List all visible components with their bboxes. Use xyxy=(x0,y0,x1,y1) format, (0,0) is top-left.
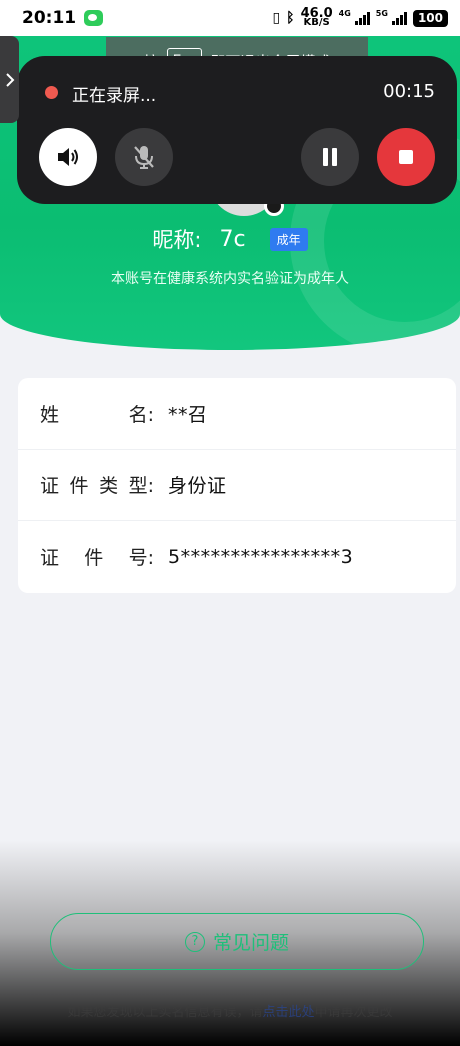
status-time: 20:11 xyxy=(22,8,77,28)
status-bar: 20:11 ▯ ᛒ 46.0 KB/S 4G 5G 100 xyxy=(0,0,460,36)
nickname-value: 7c xyxy=(219,226,246,252)
signal-type-2: 5G xyxy=(375,9,388,18)
identity-info-card: 姓名: **召 证件类型: 身份证 证件号: 5****************… xyxy=(18,378,456,593)
adult-badge: 成年 xyxy=(269,227,308,251)
nickname-row: 昵称: 7c 成年 xyxy=(0,224,460,254)
info-row-name: 姓名: **召 xyxy=(18,378,456,450)
speaker-icon xyxy=(58,148,78,166)
info-value-id-number: 5****************3 xyxy=(168,545,354,568)
net-speed: 46.0 KB/S xyxy=(300,6,333,28)
chevron-right-icon xyxy=(5,72,14,87)
info-label: 证件号: xyxy=(40,547,154,570)
pause-icon xyxy=(323,148,337,166)
signal-icon-1 xyxy=(354,11,370,25)
stop-icon xyxy=(399,150,413,164)
info-row-id-number: 证件号: 5****************3 xyxy=(18,521,456,593)
status-icons: ▯ ᛒ 46.0 KB/S 4G 5G 100 xyxy=(272,6,448,28)
faq-button[interactable]: ? 常见问题 xyxy=(50,913,424,970)
verify-note: 本账号在健康系统内实名验证为成年人 xyxy=(111,271,349,287)
recording-dot-icon xyxy=(45,86,58,99)
recording-status: 正在录屏... xyxy=(72,86,157,106)
info-value-name: **召 xyxy=(168,403,208,426)
signal-icon-2 xyxy=(391,11,407,25)
footer-note: 如果您发现以上实名信息有误，请点击此处申请再次更改 xyxy=(67,1005,393,1020)
bluetooth-icon: ᛒ xyxy=(286,10,295,26)
edit-request-link[interactable]: 点击此处 xyxy=(262,1005,314,1020)
recording-timer: 00:15 xyxy=(383,81,435,102)
faq-label: 常见问题 xyxy=(212,932,289,954)
side-expand-handle[interactable] xyxy=(0,36,19,123)
info-row-id-type: 证件类型: 身份证 xyxy=(18,450,456,522)
mic-off-icon xyxy=(134,146,154,169)
mic-mute-button[interactable] xyxy=(115,128,173,186)
info-label: 姓名: xyxy=(40,403,154,426)
pause-button[interactable] xyxy=(301,128,359,186)
help-circle-icon: ? xyxy=(184,931,205,952)
stop-button[interactable] xyxy=(377,128,435,186)
signal-type-1: 4G xyxy=(338,9,351,18)
wechat-icon xyxy=(84,10,104,26)
info-value-id-type: 身份证 xyxy=(168,475,227,498)
info-label: 证件类型: xyxy=(40,475,154,498)
nickname-label: 昵称: xyxy=(152,228,202,252)
battery-icon: 100 xyxy=(412,9,448,27)
screen-recording-panel: 正在录屏... 00:15 xyxy=(17,56,457,204)
vibrate-icon: ▯ xyxy=(272,10,281,26)
speaker-button[interactable] xyxy=(39,128,97,186)
